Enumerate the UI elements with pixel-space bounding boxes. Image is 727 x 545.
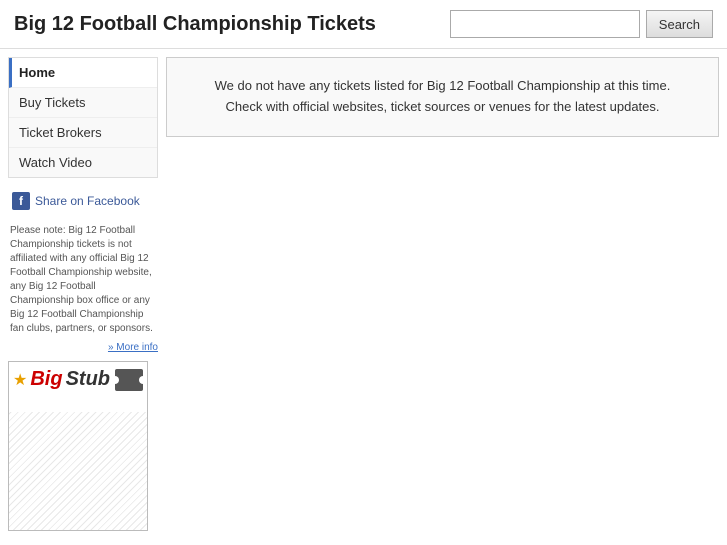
facebook-share-button[interactable]: f Share on Facebook (8, 186, 158, 216)
more-info-link[interactable]: » More info (8, 342, 158, 353)
page-title: Big 12 Football Championship Tickets (14, 13, 376, 36)
facebook-share-label: Share on Facebook (35, 194, 140, 208)
sidebar: Home Buy Tickets Ticket Brokers Watch Vi… (8, 57, 158, 531)
header: Big 12 Football Championship Tickets Sea… (0, 0, 727, 49)
sidebar-item-buy-tickets[interactable]: Buy Tickets (9, 88, 157, 118)
search-input[interactable] (450, 10, 640, 38)
bigstub-diagonal-bg (9, 412, 147, 530)
main-content: We do not have any tickets listed for Bi… (166, 57, 719, 531)
bigstub-logo: ★ BigStub (13, 368, 143, 391)
sidebar-nav: Home Buy Tickets Ticket Brokers Watch Vi… (8, 57, 158, 178)
sidebar-item-ticket-brokers[interactable]: Ticket Brokers (9, 118, 157, 148)
sidebar-item-home[interactable]: Home (9, 58, 157, 88)
bigstub-stub-text: Stub (66, 368, 110, 391)
main-layout: Home Buy Tickets Ticket Brokers Watch Vi… (0, 49, 727, 539)
bigstub-star-icon: ★ (13, 370, 27, 390)
bigstub-ticket-icon (115, 369, 143, 391)
bigstub-ad[interactable]: ★ BigStub (8, 361, 148, 531)
search-button[interactable]: Search (646, 10, 713, 38)
facebook-icon: f (12, 192, 30, 210)
disclaimer-text: Please note: Big 12 Football Championshi… (8, 224, 158, 336)
search-area: Search (450, 10, 713, 38)
notice-line2: Check with official websites, ticket sou… (183, 97, 702, 118)
sidebar-item-watch-video[interactable]: Watch Video (9, 148, 157, 177)
bigstub-big-text: Big (30, 368, 62, 391)
notice-box: We do not have any tickets listed for Bi… (166, 57, 719, 137)
notice-line1: We do not have any tickets listed for Bi… (183, 76, 702, 97)
